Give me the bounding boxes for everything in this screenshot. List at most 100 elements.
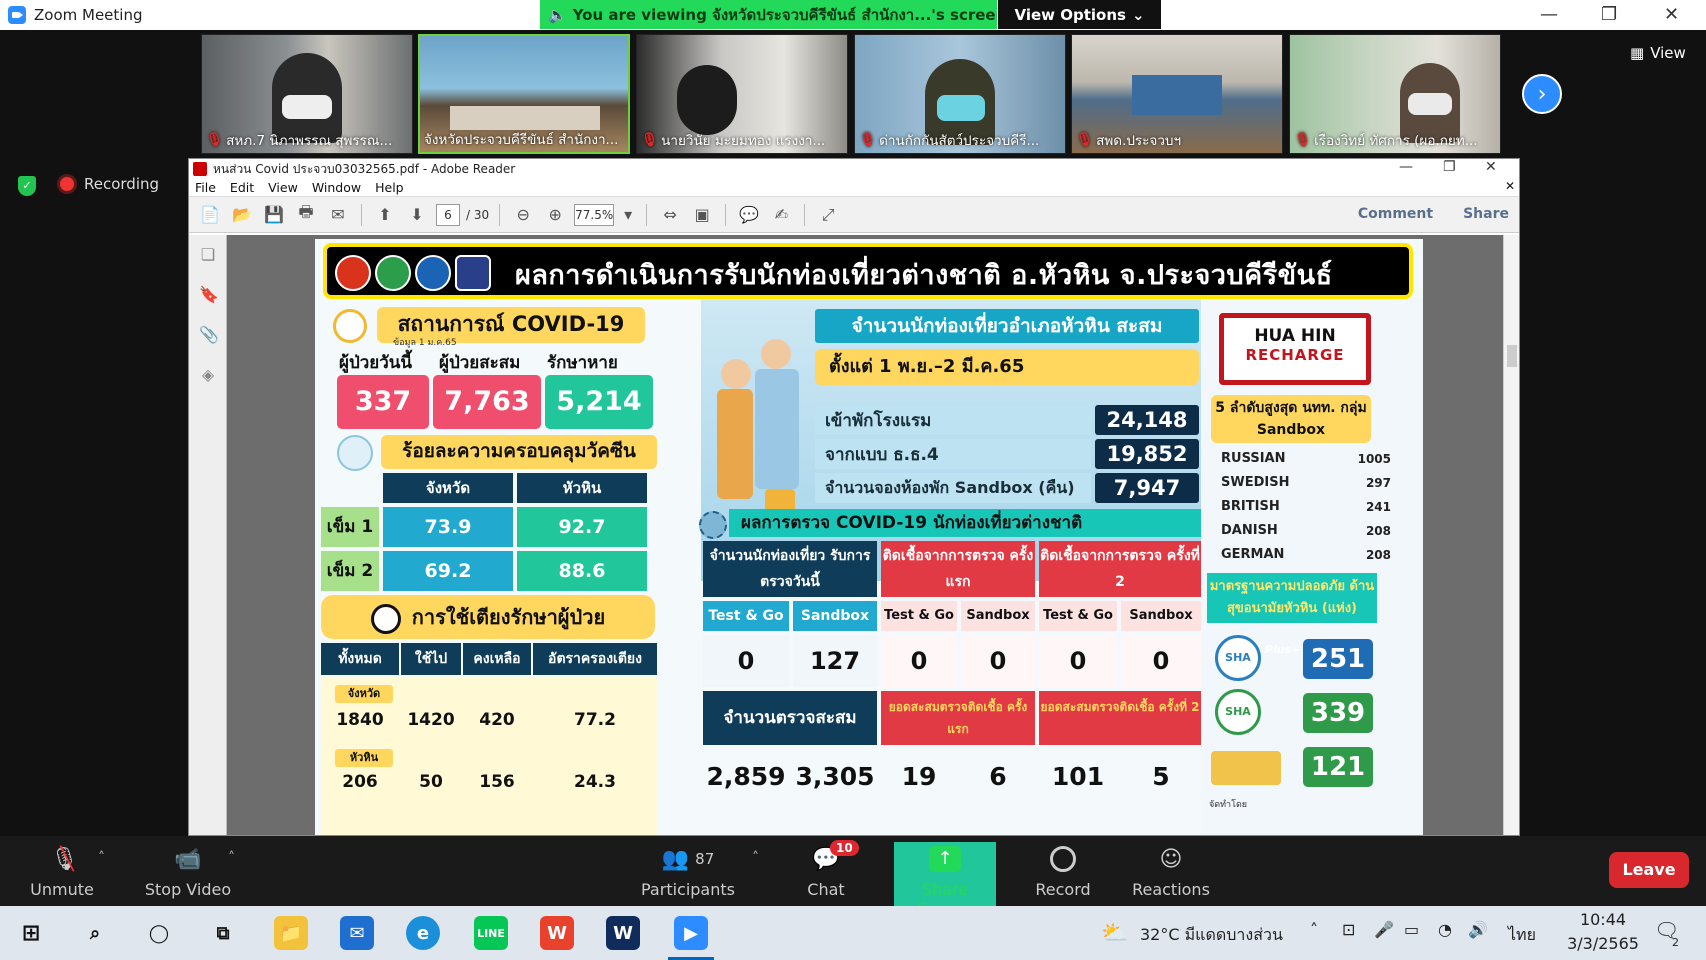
create-pdf-icon[interactable]: 📄 — [197, 203, 223, 227]
weather-icon[interactable]: ⛅ — [1098, 916, 1132, 950]
close-icon[interactable]: ✕ — [1664, 4, 1679, 25]
close-icon[interactable]: ✕ — [1485, 159, 1497, 175]
dose2-label: เข็ม 2 — [321, 551, 379, 591]
video-tile[interactable]: 🎙 นายวินัย มะยมทอง แรงงา... — [636, 34, 848, 154]
meet-now-icon[interactable]: ⊡ — [1342, 920, 1355, 939]
windows-start-icon[interactable]: ⊞ — [14, 916, 48, 950]
zoom-in-icon[interactable]: ⊕ — [542, 203, 568, 227]
next-page-button[interactable]: › — [1522, 74, 1562, 114]
prev-page-icon[interactable]: ⬆ — [372, 203, 398, 227]
sha-logo-icon: SHA — [1215, 689, 1261, 735]
vertical-scrollbar[interactable] — [1503, 235, 1519, 835]
menu-edit[interactable]: Edit — [230, 180, 254, 195]
print-icon[interactable]: 🖶 — [293, 202, 319, 227]
save-icon[interactable]: 💾 — [261, 203, 287, 227]
share-tab[interactable]: Share — [1463, 206, 1509, 222]
menu-window[interactable]: Window — [312, 180, 361, 195]
participants-caret-icon[interactable]: ˄ — [752, 850, 759, 866]
shield-icon[interactable]: ✓ — [18, 176, 36, 196]
zoom-taskbar-icon[interactable]: ▶ — [674, 916, 708, 950]
line-app-icon[interactable]: LINE — [474, 916, 508, 950]
pages-icon[interactable]: ❏ — [199, 245, 217, 264]
stat-sandbox-value: 7,947 — [1095, 473, 1199, 503]
comment-icon[interactable]: 💬 — [736, 203, 762, 227]
layers-icon[interactable]: ◈ — [199, 365, 217, 384]
open-icon[interactable]: 📂 — [229, 203, 255, 227]
bookmark-icon[interactable]: 🔖 — [199, 285, 219, 304]
adobe-title-bar: หนส่วน Covid ประจวบ03032565.pdf - Adobe … — [189, 159, 1519, 179]
slide-banner: ผลการดำเนินการรับนักท่องเที่ยวต่างชาติ อ… — [323, 243, 1413, 299]
nation-name: DANISH — [1221, 523, 1278, 538]
edge-icon[interactable]: e — [406, 916, 440, 950]
volume-icon[interactable]: 🔊 — [1468, 920, 1488, 939]
minimize-icon[interactable]: — — [1399, 159, 1413, 175]
accum-col-second: ยอดสะสมตรวจติดเชื้อ ครั้งที่ 2 — [1039, 691, 1201, 745]
mic-off-icon: 🎙 ╲ — [50, 846, 79, 872]
accum-value: 3,305 — [795, 762, 875, 791]
chat-button[interactable]: 💬 10 Chat — [800, 840, 859, 899]
page-number-input[interactable]: 6 — [436, 203, 460, 226]
made-by: จัดทำโดย — [1209, 800, 1248, 810]
tray-expand-icon[interactable]: ˄ — [1310, 920, 1318, 939]
stop-video-button[interactable]: 📹 Stop Video — [138, 842, 238, 900]
battery-icon[interactable]: ▭ — [1404, 920, 1419, 939]
webex-icon[interactable]: W — [606, 916, 640, 950]
menu-file[interactable]: File — [195, 180, 216, 195]
comment-tab[interactable]: Comment — [1358, 206, 1433, 222]
email-icon[interactable]: ✉ — [325, 203, 351, 227]
video-tile-active[interactable]: จังหวัดประจวบคีรีขันธ์ สำนักงา... — [418, 34, 630, 154]
minimize-icon[interactable]: — — [1540, 4, 1558, 25]
huahin-recharge-logo: HUA HIN RECHARGE — [1219, 313, 1371, 385]
menu-view[interactable]: View — [268, 180, 298, 195]
divider — [725, 203, 727, 226]
unmute-button[interactable]: 🎙 ╲ Unmute — [22, 842, 102, 900]
language-indicator[interactable]: ไทย — [1508, 923, 1536, 948]
view-options-button[interactable]: View Options ⌄ — [998, 0, 1161, 29]
file-explorer-icon[interactable]: 📁 — [274, 916, 308, 950]
view-button[interactable]: ▦ View — [1630, 44, 1686, 62]
menu-help[interactable]: Help — [375, 180, 404, 195]
cortana-icon[interactable]: ◯ — [142, 916, 176, 950]
zoom-dropdown-icon[interactable]: ▾ — [620, 203, 636, 227]
sha-plus-value: 251 — [1303, 639, 1373, 679]
clock-date[interactable]: 3/3/2565 — [1560, 934, 1646, 953]
video-tile[interactable]: 🎙 เรืองวิทย์ ทัศการ (ผอ.กยท... — [1289, 34, 1501, 154]
sha-value: 339 — [1303, 693, 1373, 733]
today-value: 0 — [703, 635, 789, 687]
wps-icon[interactable]: W — [540, 916, 574, 950]
audio-options-caret-icon[interactable]: ˄ — [98, 850, 105, 866]
fit-width-icon[interactable]: ⇔ — [657, 203, 683, 227]
close-doc-icon[interactable]: ✕ — [1505, 179, 1515, 193]
recording-indicator[interactable]: Recording — [60, 175, 159, 193]
restore-icon[interactable]: ❐ — [1443, 159, 1456, 175]
mail-icon[interactable]: ✉ — [340, 916, 374, 950]
record-button[interactable]: Record — [1020, 842, 1106, 899]
clock-time[interactable]: 10:44 — [1568, 910, 1638, 929]
sign-icon[interactable]: ✍ — [768, 203, 794, 227]
video-tile[interactable]: 🎙 ด่านกักกันสัตว์ประจวบคีรี... — [854, 34, 1066, 154]
fit-page-icon[interactable]: ▣ — [689, 203, 715, 227]
divider — [361, 203, 362, 226]
participants-button[interactable]: 👥 87 Participants — [638, 842, 738, 900]
zoom-out-icon[interactable]: ⊖ — [510, 203, 536, 227]
leave-button[interactable]: Leave — [1609, 852, 1689, 888]
attachment-icon[interactable]: 📎 — [199, 325, 219, 344]
fullscreen-icon[interactable]: ⤢ — [815, 203, 841, 227]
microphone-icon[interactable]: 🎤 — [1374, 920, 1394, 939]
video-tile[interactable]: 🎙 สพด.ประจวบฯ — [1071, 34, 1283, 154]
weather-text[interactable]: 32°C มีแดดบางส่วน — [1140, 923, 1283, 948]
zoom-window: Zoom Meeting 🔈 You are viewing จังหวัดปร… — [0, 0, 1706, 960]
video-options-caret-icon[interactable]: ˄ — [228, 850, 235, 866]
reactions-button[interactable]: ☺ Reactions — [1128, 842, 1214, 900]
search-icon[interactable]: ⌕ — [78, 916, 112, 950]
zoom-level-input[interactable]: 77.5% — [574, 203, 615, 226]
wifi-icon[interactable]: ◔ — [1438, 920, 1452, 939]
participant-name: ด่านกักกันสัตว์ประจวบคีรี... — [879, 133, 1040, 149]
task-view-icon[interactable]: ⧉ — [206, 916, 240, 950]
next-page-icon[interactable]: ⬇ — [404, 203, 430, 227]
video-tile[interactable]: 🎙 สหภ.7 นิภาพรรณ สุพรรณ... — [201, 34, 413, 154]
vaccine-header: ร้อยละความครอบคลุมวัคซีน — [381, 435, 657, 469]
reactions-label: Reactions — [1132, 880, 1210, 899]
maximize-icon[interactable]: ❐ — [1601, 4, 1617, 25]
scrollbar-thumb[interactable] — [1507, 345, 1517, 367]
